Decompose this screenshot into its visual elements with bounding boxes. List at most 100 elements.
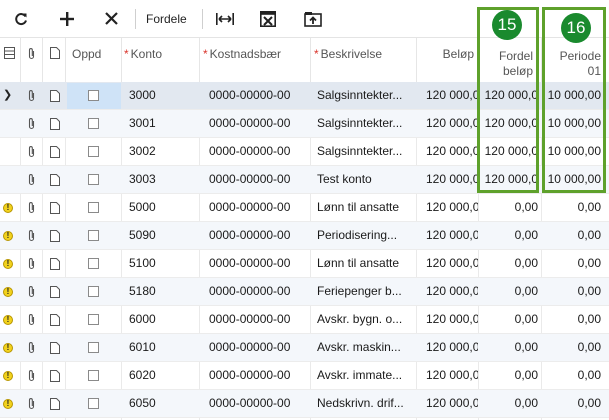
beskrivelse-cell[interactable]: Lønn til ansatte [317, 194, 413, 221]
excel-export-icon[interactable] [257, 0, 279, 37]
kostnadsbaer-cell[interactable]: 0000-00000-00 [209, 138, 290, 165]
konto-cell[interactable]: 5100 [129, 250, 156, 277]
paperclip-icon[interactable] [27, 201, 36, 214]
fordel-belop-cell[interactable]: 0,00 [479, 362, 538, 389]
periode-01-cell[interactable]: 0,00 [542, 250, 601, 277]
document-icon[interactable] [50, 202, 60, 214]
document-icon[interactable] [50, 314, 60, 326]
periode-01-cell[interactable]: 0,00 [542, 334, 601, 361]
konto-cell[interactable]: 3000 [129, 82, 156, 109]
konto-cell[interactable]: 3003 [129, 166, 156, 193]
kostnadsbaer-cell[interactable]: 0000-00000-00 [209, 110, 290, 137]
beskrivelse-cell[interactable]: Avskr. maskin... [317, 334, 413, 361]
belop-cell[interactable]: 120 000,0 [426, 110, 478, 137]
table-row[interactable]: ! 6010 0000-00000-00 Avskr. maskin... 120 00… [0, 334, 609, 362]
oppd-checkbox[interactable] [88, 286, 99, 297]
header-beskrivelse[interactable]: * Beskrivelse [311, 38, 417, 83]
beskrivelse-cell[interactable]: Nedskrivn. drif... [317, 390, 413, 417]
kostnadsbaer-cell[interactable]: 0000-00000-00 [209, 250, 290, 277]
belop-cell[interactable]: 120 000,0 [426, 334, 478, 361]
oppd-checkbox[interactable] [88, 258, 99, 269]
belop-cell[interactable]: 120 000,0 [426, 138, 478, 165]
konto-cell[interactable]: 6000 [129, 306, 156, 333]
paperclip-icon[interactable] [27, 313, 36, 326]
fordel-belop-cell[interactable]: 0,00 [479, 390, 538, 417]
plus-icon[interactable] [56, 0, 78, 37]
oppd-checkbox[interactable] [88, 90, 99, 101]
document-icon[interactable] [50, 398, 60, 410]
beskrivelse-cell[interactable]: Periodisering... [317, 222, 413, 249]
beskrivelse-cell[interactable]: Avskr. immate... [317, 362, 413, 389]
oppd-checkbox[interactable] [88, 398, 99, 409]
belop-cell[interactable]: 120 000,0 [426, 362, 478, 389]
document-icon[interactable] [50, 258, 60, 270]
beskrivelse-cell[interactable]: Lønn til ansatte [317, 250, 413, 277]
document-icon[interactable] [50, 146, 60, 158]
table-row[interactable]: ! 5000 0000-00000-00 Lønn til ansatte 120 00… [0, 194, 609, 222]
beskrivelse-cell[interactable]: Test konto [317, 166, 413, 193]
paperclip-icon[interactable] [27, 285, 36, 298]
header-oppd[interactable]: Oppd [66, 38, 122, 83]
oppd-checkbox[interactable] [88, 174, 99, 185]
kostnadsbaer-cell[interactable]: 0000-00000-00 [209, 334, 290, 361]
belop-cell[interactable]: 120 000,0 [426, 250, 478, 277]
periode-01-cell[interactable]: 0,00 [542, 278, 601, 305]
paperclip-icon[interactable] [27, 341, 36, 354]
table-row[interactable]: ! 5180 0000-00000-00 Feriepenger b... 120 00… [0, 278, 609, 306]
kostnadsbaer-cell[interactable]: 0000-00000-00 [209, 194, 290, 221]
paperclip-icon[interactable] [27, 117, 36, 130]
beskrivelse-cell[interactable]: Avskr. bygn. o... [317, 306, 413, 333]
beskrivelse-cell[interactable]: Feriepenger b... [317, 278, 413, 305]
kostnadsbaer-cell[interactable]: 0000-00000-00 [209, 82, 290, 109]
document-icon[interactable] [50, 286, 60, 298]
fordel-belop-cell[interactable]: 0,00 [479, 222, 538, 249]
refresh-icon[interactable] [10, 0, 32, 37]
oppd-checkbox[interactable] [88, 146, 99, 157]
header-belop[interactable]: Beløp [417, 38, 479, 83]
oppd-checkbox[interactable] [88, 342, 99, 353]
paperclip-icon[interactable] [27, 257, 36, 270]
periode-01-cell[interactable]: 0,00 [542, 194, 601, 221]
paperclip-icon[interactable] [27, 229, 36, 242]
fordel-belop-cell[interactable]: 0,00 [479, 250, 538, 277]
oppd-checkbox[interactable] [88, 370, 99, 381]
header-kostnadsbaer[interactable]: * Kostnadsbær [200, 38, 311, 83]
fordele-button[interactable]: Fordele [146, 0, 187, 37]
document-icon[interactable] [50, 342, 60, 354]
paperclip-icon[interactable] [27, 369, 36, 382]
paperclip-icon[interactable] [27, 173, 36, 186]
document-icon[interactable] [50, 90, 60, 102]
kostnadsbaer-cell[interactable]: 0000-00000-00 [209, 306, 290, 333]
table-row[interactable]: ! 5090 0000-00000-00 Periodisering... 120 00… [0, 222, 609, 250]
belop-cell[interactable]: 120 000,0 [426, 222, 478, 249]
konto-cell[interactable]: 3002 [129, 138, 156, 165]
oppd-checkbox[interactable] [88, 314, 99, 325]
table-row[interactable]: ! 6000 0000-00000-00 Avskr. bygn. o... 120 0… [0, 306, 609, 334]
beskrivelse-cell[interactable]: Salgsinntekter... [317, 138, 413, 165]
paperclip-icon[interactable] [27, 145, 36, 158]
belop-cell[interactable]: 120 000,0 [426, 82, 478, 109]
kostnadsbaer-cell[interactable]: 0000-00000-00 [209, 390, 290, 417]
periode-01-cell[interactable]: 0,00 [542, 362, 601, 389]
fordel-belop-cell[interactable]: 0,00 [479, 194, 538, 221]
document-icon[interactable] [50, 230, 60, 242]
konto-cell[interactable]: 6010 [129, 334, 156, 361]
kostnadsbaer-cell[interactable]: 0000-00000-00 [209, 166, 290, 193]
belop-cell[interactable]: 120 000,0 [426, 166, 478, 193]
paperclip-icon[interactable] [27, 397, 36, 410]
header-konto[interactable]: * Konto [122, 38, 200, 83]
belop-cell[interactable]: 120 000,0 [426, 306, 478, 333]
konto-cell[interactable]: 5090 [129, 222, 156, 249]
fit-columns-icon[interactable] [213, 0, 237, 37]
periode-01-cell[interactable]: 0,00 [542, 390, 601, 417]
fordel-belop-cell[interactable]: 0,00 [479, 278, 538, 305]
oppd-checkbox[interactable] [88, 118, 99, 129]
belop-cell[interactable]: 120 000,0 [426, 390, 478, 417]
konto-cell[interactable]: 6020 [129, 362, 156, 389]
upload-icon[interactable] [302, 0, 324, 37]
periode-01-cell[interactable]: 0,00 [542, 222, 601, 249]
document-icon[interactable] [50, 174, 60, 186]
beskrivelse-cell[interactable]: Salgsinntekter... [317, 110, 413, 137]
belop-cell[interactable]: 120 000,0 [426, 278, 478, 305]
table-row[interactable]: ! 5100 0000-00000-00 Lønn til ansatte 120 00… [0, 250, 609, 278]
